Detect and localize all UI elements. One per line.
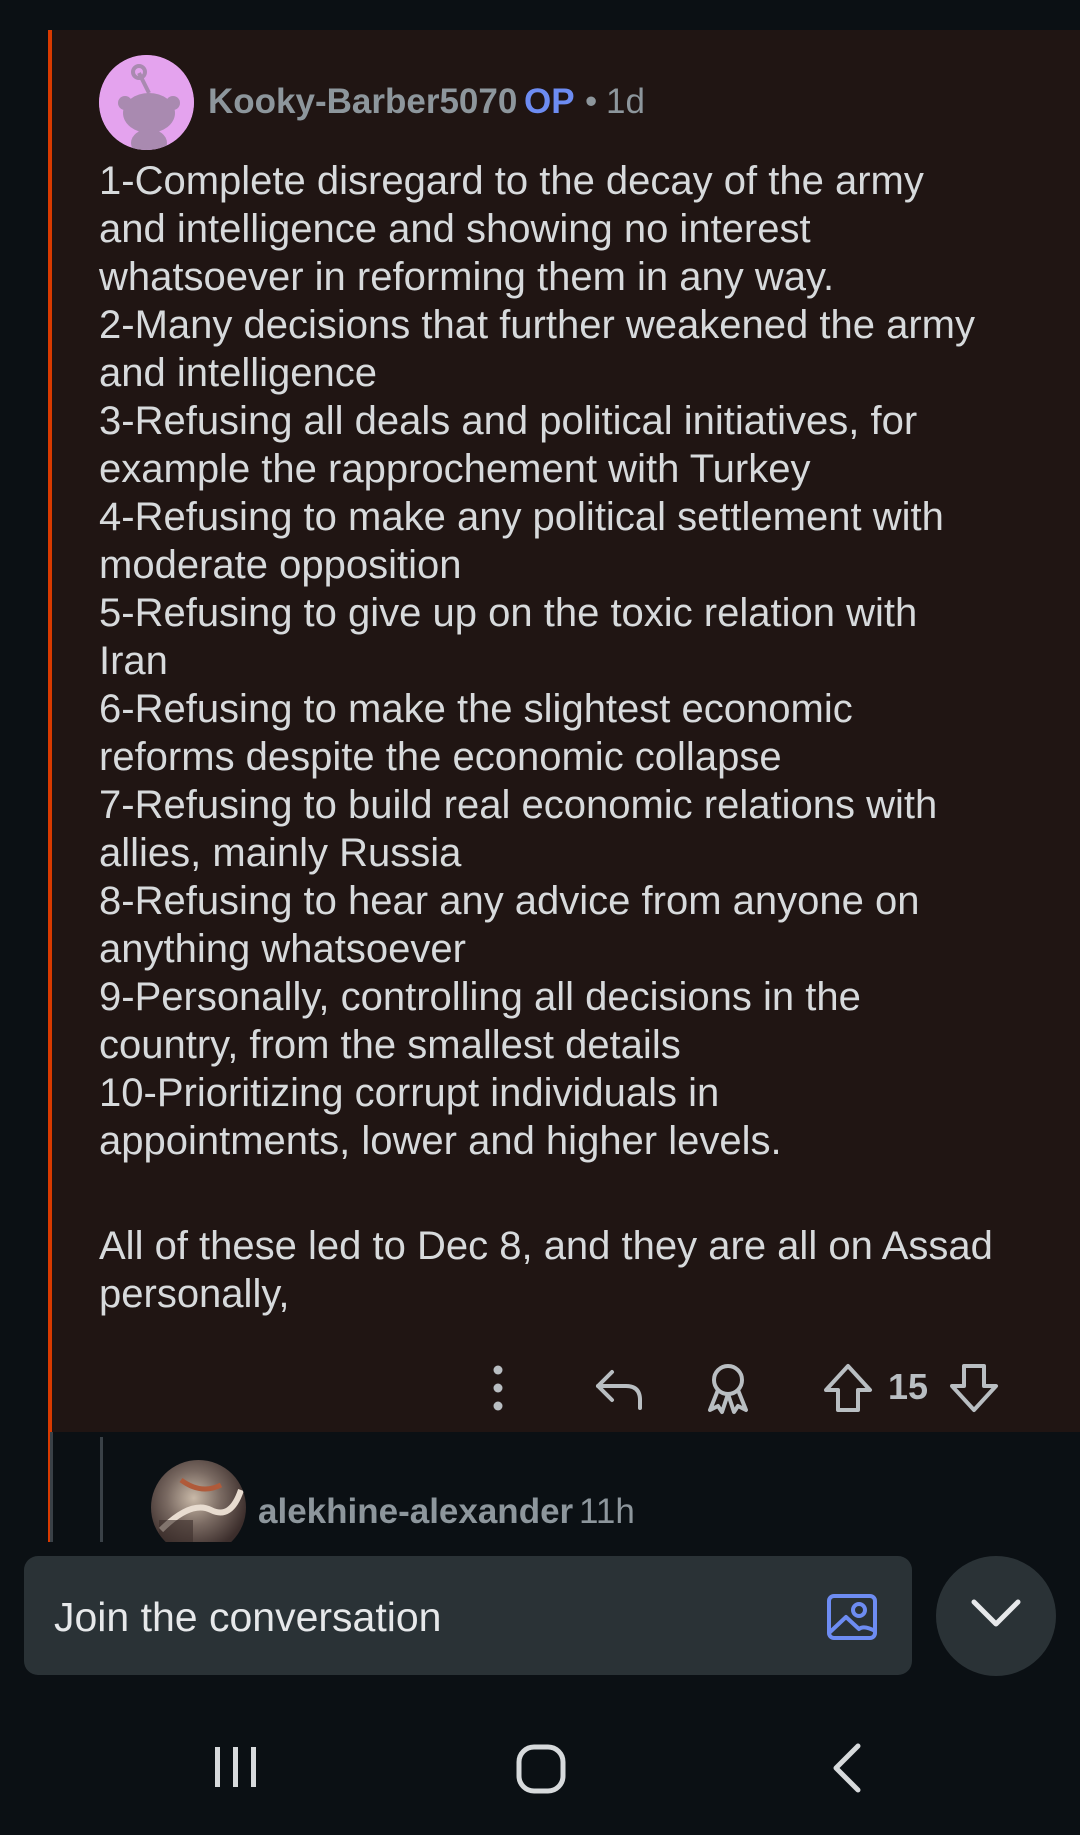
top-partial-bar xyxy=(0,0,1080,22)
comment-line: 7-Refusing to build real economic relati… xyxy=(99,783,938,827)
recents-icon[interactable] xyxy=(213,1745,259,1789)
comment-line: All of these led to Dec 8, and they are … xyxy=(99,1224,993,1268)
collapse-button[interactable] xyxy=(936,1556,1056,1676)
back-icon[interactable] xyxy=(828,1742,864,1794)
thread-line[interactable] xyxy=(50,1432,53,1542)
comment-line: 2-Many decisions that further weakened t… xyxy=(99,303,975,347)
reply-timestamp: 11h xyxy=(579,1492,635,1531)
meta-separator: • xyxy=(585,82,598,121)
comment-username[interactable]: Kooky-Barber5070 xyxy=(208,82,517,122)
vote-count: 15 xyxy=(888,1366,929,1407)
downvote-icon[interactable] xyxy=(946,1360,1002,1416)
reply-icon[interactable] xyxy=(592,1360,648,1416)
comment-body: 1-Complete disregard to the decay of the… xyxy=(99,157,1054,1318)
comment-line: personally, xyxy=(99,1272,290,1316)
comment-line: allies, mainly Russia xyxy=(99,831,462,875)
chevron-down-icon xyxy=(971,1599,1021,1627)
comment-timestamp: 1d xyxy=(606,82,645,121)
comment-line: example the rapprochement with Turkey xyxy=(99,447,811,491)
comment-line: 8-Refusing to hear any advice from anyon… xyxy=(99,879,920,923)
comment-line: 6-Refusing to make the slightest economi… xyxy=(99,687,853,731)
comment-line: moderate opposition xyxy=(99,543,462,587)
avatar[interactable] xyxy=(99,55,194,150)
user-avatar-image-icon xyxy=(158,1477,244,1550)
comment-line: 3-Refusing all deals and political initi… xyxy=(99,399,918,443)
comment-line: and intelligence and showing no interest xyxy=(99,207,811,251)
home-icon[interactable] xyxy=(516,1744,566,1794)
upvote-icon[interactable] xyxy=(820,1360,876,1416)
composer-placeholder[interactable]: Join the conversation xyxy=(54,1594,441,1641)
comment-line: and intelligence xyxy=(99,351,377,395)
comment-line: country, from the smallest details xyxy=(99,1023,681,1067)
comment-line: Iran xyxy=(99,639,168,683)
comment-line: whatsoever in reforming them in any way. xyxy=(99,255,835,299)
comment-line: 5-Refusing to give up on the toxic relat… xyxy=(99,591,918,635)
more-vertical-icon[interactable] xyxy=(478,1360,518,1416)
op-badge: OP xyxy=(524,82,575,121)
comment-line: 4-Refusing to make any political settlem… xyxy=(99,495,944,539)
snoo-avatar-icon xyxy=(99,55,194,150)
reply-username[interactable]: alekhine-alexander xyxy=(258,1492,573,1532)
comment-line: reforms despite the economic collapse xyxy=(99,735,782,779)
comment-line: 10-Prioritizing corrupt individuals in xyxy=(99,1071,720,1115)
comment-line: appointments, lower and higher levels. xyxy=(99,1119,782,1163)
comment-line: 9-Personally, controlling all decisions … xyxy=(99,975,861,1019)
comment-line: 1-Complete disregard to the decay of the… xyxy=(99,159,924,203)
thread-line-highlighted[interactable] xyxy=(48,30,52,1542)
avatar[interactable] xyxy=(151,1460,246,1555)
award-icon[interactable] xyxy=(700,1360,756,1416)
comment-line: anything whatsoever xyxy=(99,927,466,971)
image-upload-icon[interactable] xyxy=(826,1593,878,1641)
thread-line-child[interactable] xyxy=(100,1437,103,1542)
